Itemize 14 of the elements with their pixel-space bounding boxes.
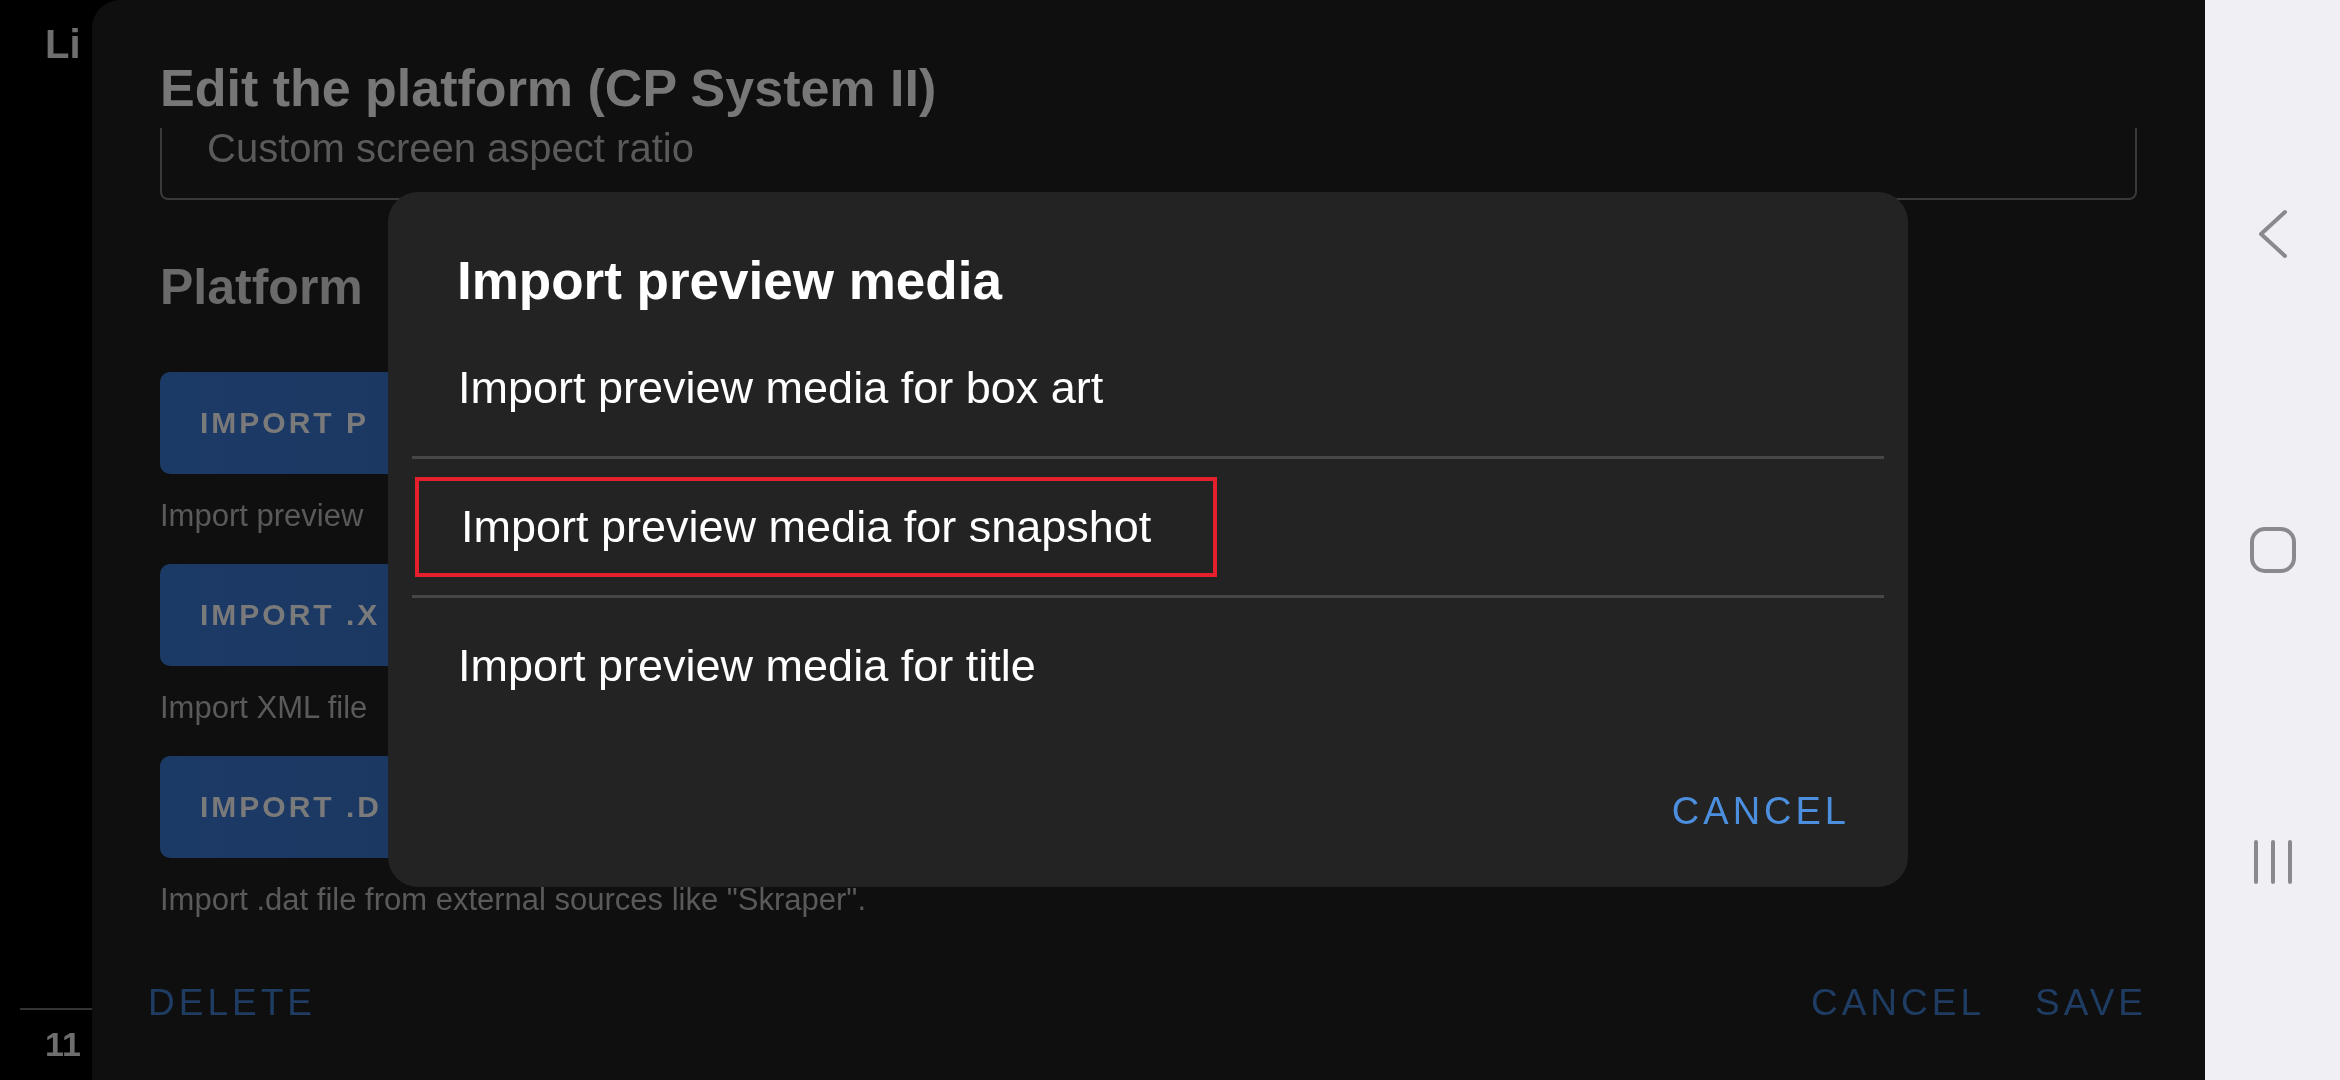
count-text: 11	[45, 1025, 81, 1064]
button-description: Import preview	[160, 500, 364, 531]
menu-item[interactable]: Import preview media for box art	[412, 338, 1170, 438]
button-description: Import .dat file from external sources like "Skraper".	[160, 884, 866, 915]
dialog-title: Import preview media	[456, 250, 1004, 312]
recents-icon[interactable]	[2251, 839, 2294, 885]
section-heading: Platform	[160, 262, 363, 312]
dialog-title: Edit the platform (CP System II)	[160, 58, 938, 119]
button-description: Import XML file	[160, 692, 368, 723]
cancel-button[interactable]: CANCEL	[1667, 784, 1854, 839]
library-title: Li	[45, 22, 81, 67]
menu-item[interactable]: Import preview media for snapshot	[415, 477, 1218, 577]
menu-item[interactable]: Import preview media for title	[412, 616, 1102, 716]
home-icon[interactable]	[2248, 525, 2297, 574]
